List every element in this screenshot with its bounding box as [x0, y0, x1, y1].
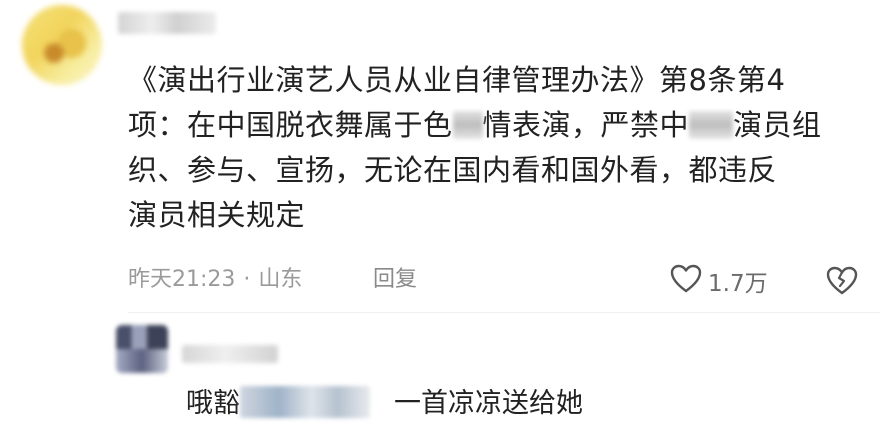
like-button[interactable]: 1.7万 — [670, 264, 768, 298]
redacted-mention — [240, 386, 370, 418]
heart-outline-icon — [670, 264, 702, 298]
comment-location: 山东 — [258, 267, 303, 292]
reply-divider — [128, 312, 880, 313]
comment-text-segment: 演员组 — [733, 108, 822, 142]
reply-username-blurred[interactable] — [182, 345, 278, 363]
like-count: 1.7万 — [708, 271, 768, 297]
redacted-text — [689, 111, 734, 139]
comment-thread: 《演出行业演艺人员从业自律管理办法》第8条第4 项：在中国脱衣舞属于色 情表演，严… — [0, 0, 880, 431]
comment-line: 织、参与、宣扬，无论在国内看和国外看，都违反 — [128, 153, 778, 187]
comment-line: 《演出行业演艺人员从业自律管理办法》第8条第4 — [128, 63, 786, 97]
comment-body: 《演出行业演艺人员从业自律管理办法》第8条第4 项：在中国脱衣舞属于色 情表演，严… — [128, 58, 860, 238]
reply-body: 哦豁 一首凉凉送给她 — [186, 384, 583, 424]
comment-text-segment: 情表演，严禁中 — [482, 108, 690, 142]
comment-time: 昨天21:23 — [128, 267, 236, 292]
dislike-button[interactable] — [826, 266, 858, 298]
comment-text-segment: 项：在中国脱衣舞属于色 — [128, 108, 453, 142]
redacted-text — [452, 111, 483, 139]
reply-button[interactable]: 回复 — [373, 262, 417, 298]
comment-line: 演员相关规定 — [128, 198, 306, 232]
comment-line: 项：在中国脱衣舞属于色 情表演，严禁中 演员组 — [128, 103, 860, 148]
broken-heart-icon — [826, 266, 858, 300]
reply-text-suffix: 一首凉凉送给她 — [394, 388, 583, 419]
comment-meta: 昨天21:23 · 山东 — [128, 262, 302, 298]
reply-avatar[interactable] — [116, 325, 168, 373]
avatar[interactable] — [22, 5, 102, 85]
username-blurred[interactable] — [118, 12, 216, 34]
meta-separator: · — [243, 267, 251, 292]
reply-text-prefix: 哦豁 — [186, 388, 240, 419]
